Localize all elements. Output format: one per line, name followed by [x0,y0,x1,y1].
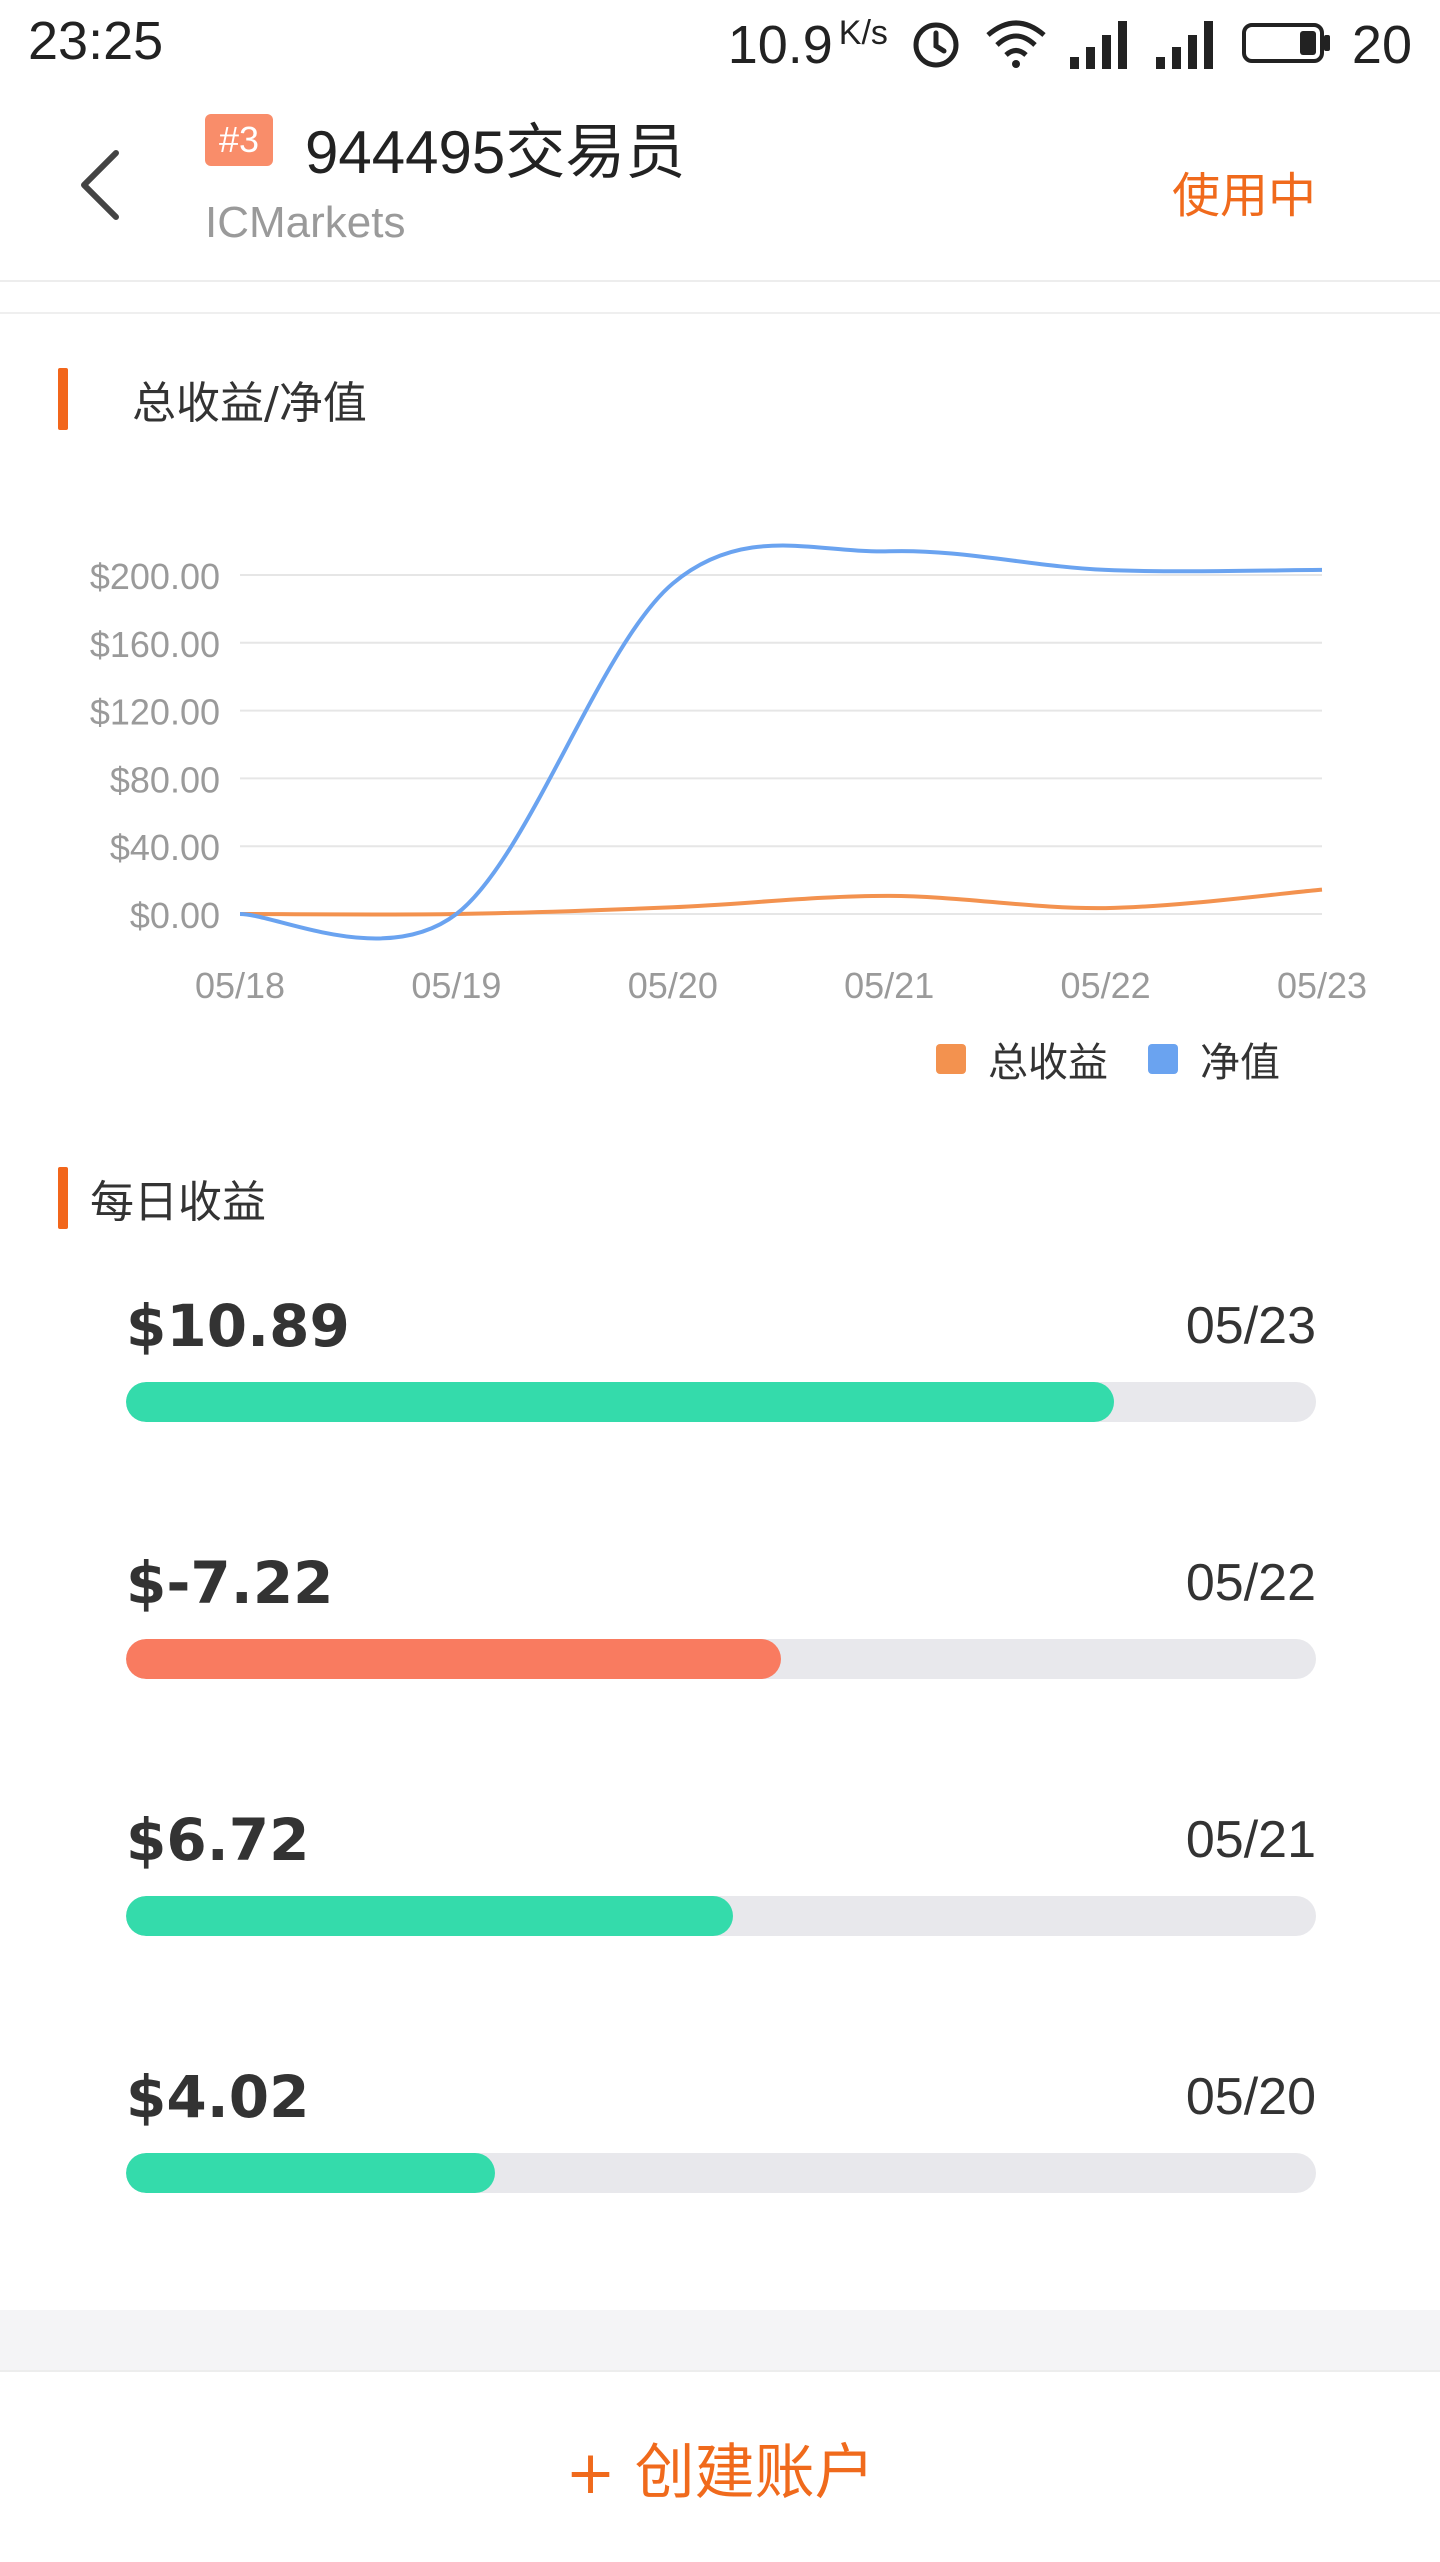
legend-swatch-equity [1148,1044,1178,1074]
y-tick-label: $0.00 [130,895,220,936]
progress-fill [126,1896,733,1936]
list-item: $4.02 05/20 [126,2063,1316,2233]
divider [0,312,1440,314]
chart-title: 总收益/净值 [132,378,367,429]
progress-fill [126,1382,1114,1422]
account-title: 944495交易员 [305,119,686,186]
progress-track [126,1896,1316,1936]
daily-amount: $4.02 [126,2063,310,2131]
status-time: 23:25 [28,11,164,71]
section-marker [58,368,68,430]
x-tick-label: 05/21 [844,965,934,1006]
progress-track [126,1382,1316,1422]
daily-date: 05/23 [1185,1297,1316,1355]
list-item: $10.89 05/23 [126,1292,1316,1462]
legend-label-equity: 净值 [1200,1040,1280,1086]
chart-section-title: 总收益/净值 [58,367,367,431]
status-bar: 23:25 10.9 K/s 20 [0,0,1440,90]
signal-icon [1154,15,1220,76]
network-speed: 10.9 K/s [727,14,888,75]
footer: + 创建账户 [0,2370,1440,2562]
status-badge: 使用中 [1171,168,1316,224]
rank-badge: #3 [205,114,274,166]
daily-date: 05/20 [1185,2068,1316,2126]
legend-item-profit[interactable]: 总收益 [936,1030,1108,1088]
x-tick-label: 05/22 [1061,965,1151,1006]
equity-chart: $0.00 $40.00 $80.00 $120.00 $160.00 $200.00 0… [0,480,1440,1100]
y-tick-label: $160.00 [90,624,220,665]
account-header: #3 944495交易员 ICMarkets 使用中 [0,90,1440,282]
x-tick-label: 05/20 [628,965,718,1006]
list-item: $6.72 05/21 [126,1806,1316,1976]
footer-spacer [0,2310,1440,2370]
daily-amount: $-7.22 [126,1549,334,1617]
signal-icon [1068,15,1134,76]
progress-track [126,1639,1316,1679]
legend-swatch-profit [936,1044,966,1074]
x-tick-label: 05/19 [411,965,501,1006]
progress-fill [126,2153,495,2193]
series-line-equity [239,543,1323,941]
status-right: 10.9 K/s 20 [728,10,1412,80]
series-line-profit [239,887,1323,917]
broker-name: ICMarkets [205,198,406,247]
section-marker [58,1167,68,1229]
daily-section-title: 每日收益 [58,1166,266,1230]
x-tick-label: 05/23 [1277,965,1367,1006]
alarm-icon [908,15,964,76]
legend-label-profit: 总收益 [988,1040,1108,1086]
y-tick-label: $200.00 [90,556,220,597]
daily-amount: $10.89 [126,1292,350,1360]
legend-item-equity[interactable]: 净值 [1148,1030,1280,1088]
battery-icon [1240,15,1332,76]
daily-amount: $6.72 [126,1806,310,1874]
daily-date: 05/22 [1185,1554,1316,1612]
battery-percent: 20 [1351,15,1412,75]
create-account-button[interactable]: + 创建账户 [0,2372,1440,2562]
y-tick-label: $120.00 [90,692,220,733]
y-tick-label: $80.00 [110,759,220,800]
x-tick-label: 05/18 [195,965,285,1006]
wifi-icon [984,15,1048,76]
y-tick-label: $40.00 [110,827,220,868]
progress-track [126,2153,1316,2193]
daily-date: 05/21 [1185,1811,1316,1869]
daily-title: 每日收益 [90,1177,266,1228]
chart-legend: 总收益 净值 [936,1030,1280,1088]
progress-fill [126,1639,781,1679]
network-speed-unit: K/s [838,14,888,52]
list-item: $-7.22 05/22 [126,1549,1316,1719]
chart-svg: $0.00 $40.00 $80.00 $120.00 $160.00 $200.00 0… [90,543,1367,1006]
chevron-left-icon[interactable] [72,145,132,225]
